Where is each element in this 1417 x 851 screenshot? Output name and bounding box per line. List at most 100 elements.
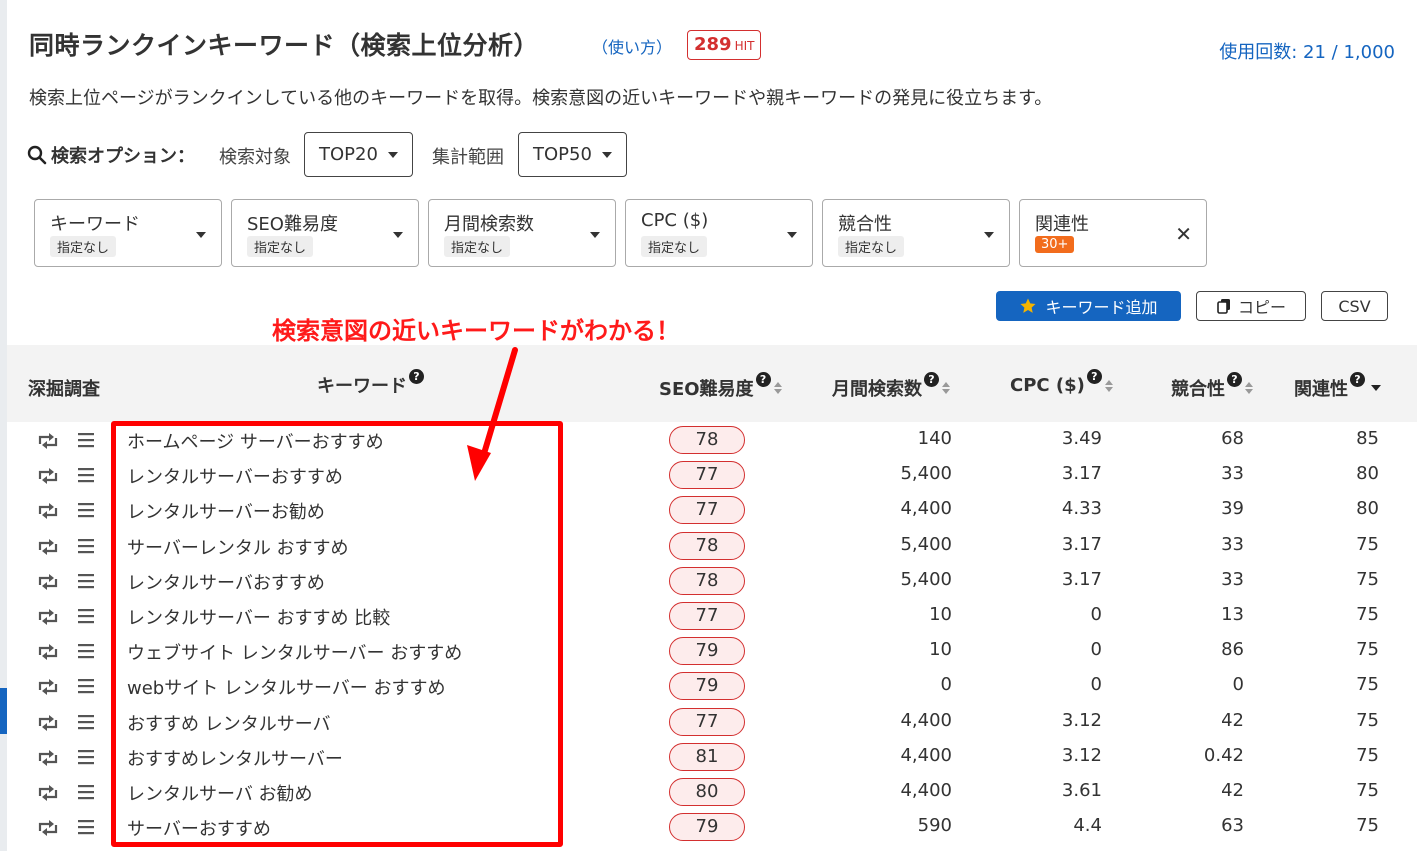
filter-volume[interactable]: 月間検索数 指定なし — [428, 199, 616, 267]
relevance-cell: 75 — [1356, 744, 1379, 766]
th-cpc[interactable]: CPC ($) ? — [1010, 369, 1113, 396]
seo-difficulty-badge: 78 — [669, 531, 745, 560]
menu-icon[interactable] — [77, 431, 95, 449]
help-icon[interactable]: ? — [1086, 369, 1102, 384]
competition-cell: 63 — [1221, 815, 1244, 837]
dig-swap-icon[interactable] — [37, 466, 59, 486]
csv-button[interactable]: CSV — [1321, 291, 1388, 321]
filter-value: 指定なし — [641, 236, 708, 257]
th-relevance[interactable]: 関連性 ? — [1294, 371, 1381, 401]
th-volume[interactable]: 月間検索数 ? — [832, 371, 950, 401]
volume-cell: 4,400 — [900, 498, 952, 520]
help-icon[interactable]: ? — [1350, 371, 1365, 387]
menu-icon[interactable] — [77, 818, 95, 836]
cpc-cell: 3.49 — [1061, 428, 1102, 449]
menu-icon[interactable] — [77, 537, 95, 555]
th-seo-label: SEO難易度 — [659, 379, 754, 400]
th-competition[interactable]: 競合性 ? — [1171, 371, 1253, 401]
sort-icon[interactable] — [1245, 382, 1253, 394]
competition-cell: 42 — [1221, 780, 1244, 801]
menu-icon[interactable] — [77, 607, 95, 625]
dig-swap-icon[interactable] — [37, 642, 59, 662]
caret-down-icon — [601, 151, 612, 158]
th-volume-label: 月間検索数 — [832, 379, 922, 400]
hit-badge: 289 HIT — [687, 30, 762, 60]
th-keyword[interactable]: キーワード ? — [317, 368, 424, 398]
competition-cell: 0.42 — [1203, 744, 1244, 766]
dig-swap-icon[interactable] — [37, 501, 59, 521]
relevance-cell: 75 — [1356, 604, 1379, 625]
add-keyword-button[interactable]: キーワード追加 — [996, 291, 1181, 321]
dig-swap-icon[interactable] — [37, 572, 59, 592]
th-competition-label: 競合性 — [1171, 379, 1225, 400]
range-select[interactable]: TOP50 — [518, 132, 627, 177]
menu-icon[interactable] — [77, 572, 95, 590]
usage-count: 使用回数: 21 / 1,000 — [1219, 42, 1395, 63]
help-icon[interactable]: ? — [755, 371, 771, 387]
left-nav-indicator — [0, 688, 7, 734]
th-dig: 深掘調査 — [28, 375, 100, 401]
target-select[interactable]: TOP20 — [304, 132, 413, 177]
cpc-cell: 3.17 — [1061, 568, 1102, 590]
dig-swap-icon[interactable] — [37, 537, 59, 557]
dig-swap-icon[interactable] — [37, 818, 59, 838]
menu-icon[interactable] — [77, 713, 95, 731]
hit-count: 289 — [694, 34, 732, 55]
close-icon[interactable]: ✕ — [1175, 222, 1192, 246]
competition-cell: 68 — [1221, 428, 1244, 449]
sort-desc-icon[interactable] — [1371, 385, 1381, 391]
cpc-cell: 4.4 — [1073, 815, 1102, 837]
dig-swap-icon[interactable] — [37, 748, 59, 768]
help-icon[interactable]: ? — [409, 368, 424, 384]
dig-swap-icon[interactable] — [37, 431, 59, 451]
th-cpc-label: CPC ($) — [1010, 375, 1085, 396]
filter-label: 月間検索数 — [444, 214, 534, 235]
menu-icon[interactable] — [77, 642, 95, 660]
howto-link[interactable]: （使い方） — [592, 34, 672, 58]
filter-label: 競合性 — [838, 214, 892, 235]
menu-icon[interactable] — [77, 677, 95, 695]
menu-icon[interactable] — [77, 501, 95, 519]
th-keyword-label: キーワード — [317, 376, 407, 397]
volume-cell: 4,400 — [900, 744, 952, 766]
relevance-cell: 80 — [1356, 498, 1379, 520]
dig-swap-icon[interactable] — [37, 783, 59, 803]
help-icon[interactable]: ? — [924, 371, 939, 387]
help-icon[interactable]: ? — [1227, 371, 1242, 387]
th-seo[interactable]: SEO難易度 ? — [659, 371, 782, 401]
menu-icon[interactable] — [77, 783, 95, 801]
volume-cell: 10 — [929, 639, 952, 661]
menu-icon[interactable] — [77, 748, 95, 766]
menu-icon[interactable] — [77, 466, 95, 484]
caret-down-icon — [787, 232, 797, 238]
filter-label: 関連性 — [1035, 214, 1089, 235]
caret-down-icon — [387, 151, 398, 158]
sort-icon[interactable] — [942, 382, 950, 394]
dig-swap-icon[interactable] — [37, 713, 59, 733]
filter-cpc[interactable]: CPC ($) 指定なし — [625, 199, 813, 267]
sort-icon[interactable] — [1104, 379, 1113, 392]
seo-difficulty-badge: 78 — [669, 426, 745, 454]
relevance-cell: 75 — [1356, 639, 1379, 661]
sort-icon[interactable] — [773, 382, 782, 394]
cpc-cell: 3.61 — [1061, 780, 1102, 801]
filter-competition[interactable]: 競合性 指定なし — [822, 199, 1010, 267]
seo-difficulty-badge: 77 — [669, 496, 745, 525]
caret-down-icon — [590, 232, 600, 238]
filter-keyword[interactable]: キーワード 指定なし — [34, 199, 222, 267]
volume-cell: 140 — [917, 428, 952, 449]
filter-seo[interactable]: SEO難易度 指定なし — [231, 199, 419, 267]
seo-difficulty-badge: 77 — [669, 461, 745, 490]
relevance-cell: 80 — [1356, 463, 1379, 485]
relevance-cell: 75 — [1356, 815, 1379, 837]
filter-value: 指定なし — [247, 236, 314, 257]
volume-cell: 4,400 — [900, 709, 952, 731]
filter-relevance[interactable]: 関連性 30+ ✕ — [1019, 199, 1207, 267]
search-options-text: 検索オプション： — [51, 146, 195, 167]
filter-label: キーワード — [50, 214, 140, 235]
copy-button[interactable]: コピー — [1196, 291, 1306, 321]
add-keyword-label: キーワード追加 — [1045, 298, 1158, 317]
dig-swap-icon[interactable] — [37, 607, 59, 627]
caret-down-icon — [393, 232, 403, 238]
dig-swap-icon[interactable] — [37, 677, 59, 697]
